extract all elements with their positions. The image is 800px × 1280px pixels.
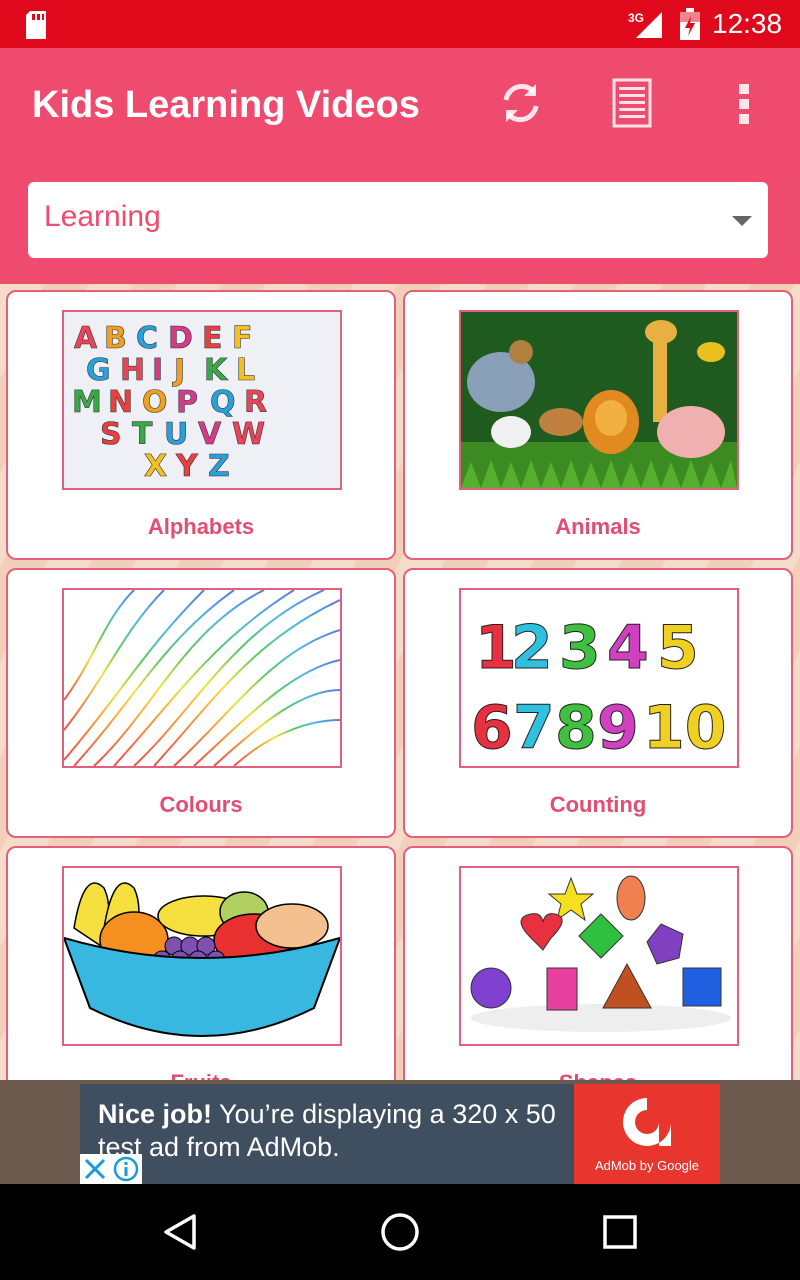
svg-text:V: V: [198, 417, 222, 452]
alphabets-thumbnail: ABCDEF GHIJKL MNOPQR STUVW XYZ: [62, 310, 342, 490]
card-label: Animals: [555, 514, 641, 539]
card-animals[interactable]: Animals: [403, 290, 793, 560]
svg-text:8: 8: [555, 693, 597, 763]
svg-text:J: J: [172, 353, 185, 388]
svg-text:9: 9: [597, 693, 639, 763]
svg-text:O: O: [142, 385, 168, 420]
svg-text:I: I: [152, 353, 163, 388]
recents-icon[interactable]: [596, 1208, 644, 1256]
network-type: 3G: [628, 11, 644, 25]
shapes-thumbnail: [459, 866, 739, 1046]
svg-text:M: M: [72, 385, 102, 420]
app-title: Kids Learning Videos: [32, 84, 420, 126]
shapes-characters-image: [461, 868, 737, 1044]
svg-text:Y: Y: [175, 449, 199, 484]
svg-text:G: G: [86, 353, 111, 388]
svg-text:F: F: [232, 321, 253, 356]
ad-area: Nice job! You’re displaying a 320 x 50 t…: [0, 1080, 800, 1184]
colours-thumbnail: [62, 588, 342, 768]
svg-text:6: 6: [471, 693, 513, 763]
svg-text:D: D: [168, 321, 193, 356]
alphabet-letters-image: ABCDEF GHIJKL MNOPQR STUVW XYZ: [64, 312, 340, 488]
ad-message: Nice job! You’re displaying a 320 x 50 t…: [98, 1098, 578, 1164]
svg-text:10: 10: [643, 693, 727, 763]
card-label: Alphabets: [147, 514, 255, 539]
svg-text:Q: Q: [210, 385, 236, 420]
svg-text:W: W: [232, 417, 265, 452]
card-fruits[interactable]: Fruits: [6, 846, 396, 1080]
category-dropdown[interactable]: Learning: [28, 182, 768, 258]
card-label: Colours: [159, 792, 243, 817]
counting-thumbnail: 1 2 3 4 5 6 7 8 9 10: [459, 588, 739, 768]
status-clock: 12:38: [712, 8, 783, 39]
card-counting[interactable]: 1 2 3 4 5 6 7 8 9 10 Counting: [403, 568, 793, 838]
svg-text:L: L: [236, 353, 255, 388]
ad-choices[interactable]: [80, 1154, 142, 1184]
card-label: Shapes: [405, 1070, 791, 1080]
back-icon[interactable]: [156, 1208, 204, 1256]
svg-text:U: U: [164, 417, 188, 452]
svg-text:N: N: [108, 385, 133, 420]
battery-icon: [680, 8, 700, 40]
signal-icon: 3G: [628, 11, 662, 38]
ad-close-info-icons: [84, 1156, 139, 1182]
svg-text:B: B: [104, 321, 127, 356]
svg-text:K: K: [204, 353, 229, 388]
dropdown-arrow-icon: [732, 216, 752, 226]
svg-text:C: C: [136, 321, 158, 356]
app-bar: Kids Learning Videos Learning: [0, 48, 800, 284]
card-shapes[interactable]: Shapes: [403, 846, 793, 1080]
svg-text:2: 2: [511, 613, 553, 683]
jungle-animals-image: [461, 312, 737, 488]
admob-logo[interactable]: AdMob by Google: [574, 1084, 720, 1184]
video-category-grid: ABCDEF GHIJKL MNOPQR STUVW XYZ Alphabets: [0, 284, 800, 1080]
numbers-image: 1 2 3 4 5 6 7 8 9 10: [461, 590, 737, 766]
svg-text:T: T: [132, 417, 153, 452]
close-icon: [84, 1158, 106, 1180]
animals-thumbnail: [459, 310, 739, 490]
sd-card-icon: [26, 11, 46, 39]
list-icon[interactable]: [610, 78, 654, 128]
card-label: Fruits: [8, 1070, 394, 1080]
svg-text:Z: Z: [208, 449, 230, 484]
card-colours[interactable]: Colours: [6, 568, 396, 838]
svg-text:X: X: [144, 449, 167, 484]
fruit-bowl-image: [64, 868, 340, 1044]
home-icon[interactable]: [376, 1208, 424, 1256]
navigation-bar: [0, 1184, 800, 1280]
admob-logo-icon: [623, 1098, 671, 1146]
svg-text:P: P: [176, 385, 198, 420]
more-vert-icon[interactable]: [726, 78, 762, 128]
svg-text:3: 3: [559, 613, 601, 683]
svg-text:5: 5: [657, 613, 699, 683]
refresh-icon[interactable]: [496, 78, 546, 128]
fruits-thumbnail: [62, 866, 342, 1046]
svg-text:E: E: [202, 321, 223, 356]
rainbow-lines-image: [64, 590, 340, 766]
svg-text:S: S: [100, 417, 122, 452]
admob-banner[interactable]: Nice job! You’re displaying a 320 x 50 t…: [80, 1084, 720, 1184]
card-alphabets[interactable]: ABCDEF GHIJKL MNOPQR STUVW XYZ Alphabets: [6, 290, 396, 560]
svg-text:4: 4: [607, 613, 649, 683]
category-selected-value: Learning: [44, 200, 161, 233]
status-bar: 3G 12:38: [0, 0, 800, 48]
svg-text:7: 7: [513, 693, 555, 763]
svg-text:H: H: [120, 353, 145, 388]
svg-text:R: R: [244, 385, 267, 420]
card-label: Counting: [549, 792, 647, 817]
svg-text:A: A: [74, 321, 98, 356]
admob-brand-text: AdMob by Google: [594, 1158, 700, 1173]
ad-message-bold: Nice job!: [98, 1099, 213, 1129]
